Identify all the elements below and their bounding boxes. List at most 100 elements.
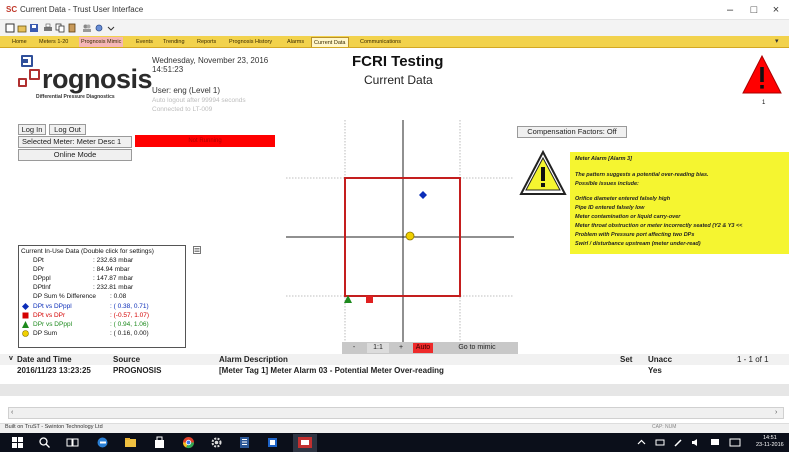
print-icon[interactable] [43, 23, 53, 33]
user-info: User: eng (Level 1) [152, 86, 221, 95]
settings-icon[interactable] [94, 23, 104, 33]
tab-alarms[interactable]: Alarms [285, 37, 306, 47]
zoom-in-button[interactable]: + [392, 343, 410, 353]
minimize-button[interactable]: – [719, 2, 741, 18]
paste-icon[interactable] [67, 23, 77, 33]
connection-info: Connected to LT-009 [152, 106, 213, 113]
tab-trending[interactable]: Trending [161, 37, 187, 47]
logo-tagline: Differential Pressure Diagnostics [36, 94, 115, 100]
selected-meter-button[interactable]: Selected Meter: Meter Desc 1 [18, 136, 132, 148]
save-icon[interactable] [29, 23, 39, 33]
alarm-row-source[interactable]: PROGNOSIS [113, 366, 161, 375]
tab-current-data[interactable]: Current Data [311, 37, 349, 47]
goto-mimic-button[interactable]: Go to mimic [436, 343, 518, 353]
message-icon[interactable] [710, 438, 720, 447]
tab-prognosis-mimic[interactable]: Prognosis Mimic [79, 37, 124, 47]
store-icon[interactable] [153, 436, 166, 449]
open-folder-icon[interactable] [17, 23, 27, 33]
row-label-dptinf: DPtlnf [33, 284, 51, 291]
scale-button[interactable]: 1:1 [367, 343, 389, 353]
col-description[interactable]: Alarm Description [219, 355, 288, 364]
issue-item: Meter contamination or liquid carry-over [575, 214, 681, 220]
col-source[interactable]: Source [113, 355, 140, 364]
alarm-title: Meter Alarm [Alarm 3] [575, 156, 632, 162]
row-value-dptinf: : 232.81 mbar [93, 284, 134, 291]
col-unacc[interactable]: Unacc [648, 355, 672, 364]
horizontal-scrollbar[interactable] [8, 407, 784, 419]
file-explorer-icon[interactable] [124, 436, 137, 449]
alarm-row-date[interactable]: 2016/11/23 13:23:25 [17, 366, 91, 375]
col-set[interactable]: Set [620, 355, 632, 364]
edge-icon[interactable] [96, 436, 109, 449]
search-icon[interactable] [38, 436, 51, 449]
warning-triangle-icon [519, 150, 567, 195]
issue-item: Orifice diameter entered falsely high [575, 196, 671, 202]
clock-time: 14:51 [762, 435, 777, 441]
settings-list-icon[interactable] [193, 246, 201, 254]
trust-app-icon[interactable] [293, 434, 317, 452]
tab-collapse-icon[interactable]: ▾ [775, 37, 779, 45]
login-button[interactable]: Log In [18, 124, 46, 135]
tray-chevron-icon[interactable] [637, 438, 646, 447]
square-icon [22, 312, 29, 319]
task-view-icon[interactable] [66, 436, 79, 449]
logout-button[interactable]: Log Out [49, 124, 86, 135]
current-time: 14:51:23 [152, 65, 184, 74]
maximize-button[interactable]: □ [743, 2, 765, 18]
row-value-dpt: : 232.63 mbar [93, 257, 134, 264]
alarm-row-description[interactable]: [Meter Tag 1] Meter Alarm 03 - Potential… [219, 366, 444, 375]
clock-date: 23-11-2016 [756, 442, 784, 448]
volume-icon[interactable] [691, 438, 701, 447]
point-value-dpr-dpppl: : ( 0.94, 1.06) [110, 321, 149, 328]
auto-scale-button[interactable]: Auto [413, 343, 433, 353]
diagnostic-plot[interactable] [286, 120, 514, 342]
tab-events[interactable]: Events [134, 37, 155, 47]
issue-item: Pipe ID entered falsely low [575, 205, 645, 211]
outlook-icon[interactable] [266, 436, 279, 449]
point-dpt-vs-dpr[interactable] [366, 296, 373, 303]
app-icon: SC [6, 5, 18, 14]
point-label-dpr-dpppl: DPr vs DPppl [33, 321, 73, 328]
tab-prognosis-history[interactable]: Prognosis History [227, 37, 274, 47]
col-date[interactable]: Date and Time [17, 355, 72, 364]
tab-communications[interactable]: Communications [358, 37, 403, 47]
toolbar-dropdown-icon[interactable] [106, 23, 116, 33]
tab-meters[interactable]: Meters 1-20 [37, 37, 70, 47]
network-icon[interactable] [655, 438, 665, 447]
taskbar [0, 433, 789, 452]
online-mode-button[interactable]: Online Mode [18, 149, 132, 161]
tab-reports[interactable]: Reports [195, 37, 218, 47]
keyboard-icon[interactable] [729, 438, 741, 447]
users-icon[interactable] [82, 23, 92, 33]
alarm-warning-icon[interactable] [741, 54, 783, 96]
settings-gear-icon[interactable] [210, 436, 223, 449]
autologout-info: Auto logout after 99994 seconds [152, 97, 246, 104]
scroll-left-icon[interactable]: ‹ [11, 409, 13, 416]
alarm-row-unacc[interactable]: Yes [648, 366, 662, 375]
new-file-icon[interactable] [5, 23, 15, 33]
compensation-factors-button[interactable]: Compensation Factors: Off [517, 126, 627, 138]
issue-item: Swirl / disturbance upstream (meter unde… [575, 241, 701, 247]
scroll-right-icon[interactable]: › [775, 409, 777, 416]
point-dp-sum[interactable] [405, 231, 415, 241]
word-icon[interactable] [238, 436, 251, 449]
close-button[interactable]: × [765, 2, 787, 18]
row-value-dp-sum: : 0.08 [110, 293, 127, 300]
point-label-dpt-dpppl: DPt vs DPppl [33, 303, 72, 310]
chrome-icon[interactable] [182, 436, 195, 449]
tab-home[interactable]: Home [10, 37, 29, 47]
point-label-dpt-dpr: DPt vs DPr [33, 312, 66, 319]
meter-status-indicator: Not Running [135, 135, 275, 147]
row-label-dpppl: DPppl [33, 275, 51, 282]
sort-arrow-icon[interactable]: v [9, 355, 13, 362]
zoom-out-button[interactable]: - [344, 343, 364, 353]
alarm-list-empty-row [0, 384, 789, 396]
page-subtitle: Current Data [364, 73, 433, 87]
windows-start-icon[interactable] [11, 436, 24, 449]
window-title: Current Data - Trust User Interface [20, 5, 144, 14]
pen-icon[interactable] [673, 438, 683, 447]
copy-icon[interactable] [55, 23, 65, 33]
current-date: Wednesday, November 23, 2016 [152, 56, 269, 65]
current-data-title: Current In-Use Data (Double click for se… [21, 248, 154, 255]
taskbar-clock[interactable]: 14:51 23-11-2016 [756, 435, 784, 449]
